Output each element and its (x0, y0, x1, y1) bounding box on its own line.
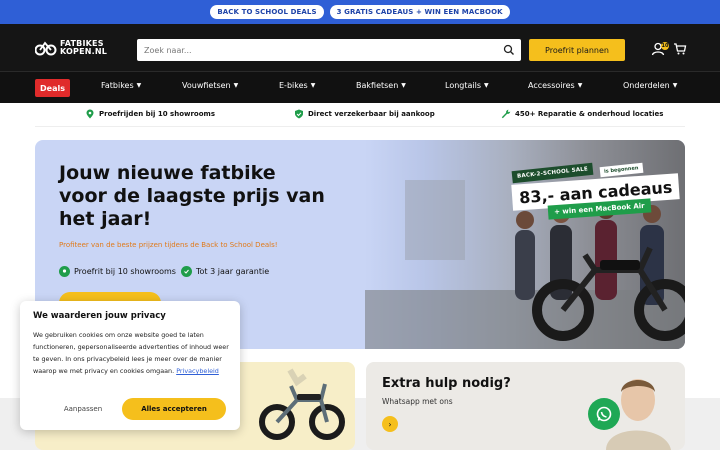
nav-label: E-bikes (279, 81, 308, 90)
chevron-down-icon: ▼ (577, 82, 583, 89)
cookie-consent-dialog: We waarderen jouw privacy We gebruiken c… (20, 301, 240, 430)
nav-label: Fatbikes (101, 81, 134, 90)
shield-check-icon (181, 266, 192, 277)
nav-item-onderdelen[interactable]: Onderdelen ▼ (623, 81, 677, 90)
cookie-accept-all-button[interactable]: Alles accepteren (122, 398, 226, 420)
cart-icon[interactable] (673, 42, 687, 56)
search-icon[interactable] (503, 44, 515, 56)
chevron-down-icon: ▼ (484, 82, 489, 89)
location-pin-icon (59, 266, 70, 277)
usp-label: Proefrijden bij 10 showrooms (99, 110, 215, 118)
nav-item-bakfietsen[interactable]: Bakfietsen ▼ (356, 81, 406, 90)
hero-usp-label: Tot 3 jaar garantie (196, 267, 270, 276)
promo-pill-gifts[interactable]: 3 GRATIS CADEAUS + WIN EEN MACBOOK (329, 5, 510, 19)
hero-usp-label: Proefrit bij 10 showrooms (74, 267, 176, 276)
account-badge: 10 (661, 42, 669, 50)
nav-label: Longtails (445, 81, 482, 90)
nav-label: Onderdelen (623, 81, 670, 90)
nav-item-vouwfietsen[interactable]: Vouwfietsen ▼ (182, 81, 238, 90)
wrench-icon (501, 109, 511, 119)
shield-check-icon (295, 109, 303, 119)
nav-item-deals[interactable]: Deals (35, 79, 70, 97)
logo-text-line2: KOPEN.NL (60, 47, 108, 56)
chevron-down-icon: ▼ (672, 82, 678, 89)
hero-title: Jouw nieuwe fatbike voor de laagste prij… (59, 162, 325, 230)
nav-label: Accessoires (528, 81, 575, 90)
nav-label: Bakfietsen (356, 81, 399, 90)
privacy-policy-link[interactable]: Privacybeleid (176, 367, 219, 375)
bike-logo-icon (35, 41, 57, 56)
hero-subtitle: Profiteer van de beste prijzen tijdens d… (59, 241, 278, 249)
whatsapp-icon[interactable] (588, 398, 620, 430)
search-input[interactable] (144, 43, 484, 57)
nav-item-e-bikes[interactable]: E-bikes ▼ (279, 81, 315, 90)
help-card[interactable]: Extra hulp nodig? Whatsapp met ons › (366, 362, 685, 450)
cookie-body: We gebruiken cookies om onze website goe… (33, 329, 233, 377)
location-pin-icon (86, 109, 94, 119)
usp-item: Proefrijden bij 10 showrooms (85, 109, 215, 119)
chevron-down-icon: ▼ (401, 82, 406, 89)
main-nav: Deals Fatbikes ▼ Vouwfietsen ▼ E-bikes ▼ Ba… (0, 71, 720, 103)
promo-pill-back-to-school[interactable]: BACK TO SCHOOL DEALS (210, 5, 324, 19)
chevron-down-icon: ▼ (233, 82, 239, 89)
usp-bar: Proefrijden bij 10 showrooms Direct verz… (35, 103, 685, 127)
nav-label: Vouwfietsen (182, 81, 231, 90)
site-header: FATBIKES KOPEN.NL Proefrit plannen 10 (0, 24, 720, 71)
cookie-customize-button[interactable]: Aanpassen (33, 398, 133, 420)
support-person-photo (606, 379, 671, 450)
usp-label: Direct verzekerbaar bij aankoop (308, 110, 435, 118)
site-logo[interactable]: FATBIKES KOPEN.NL (35, 40, 107, 56)
nav-item-fatbikes[interactable]: Fatbikes ▼ (101, 81, 141, 90)
cookie-title: We waarderen jouw privacy (33, 311, 166, 321)
chevron-down-icon: ▼ (310, 82, 316, 89)
nav-item-longtails[interactable]: Longtails ▼ (445, 81, 489, 90)
usp-item: Direct verzekerbaar bij aankoop (294, 109, 435, 119)
hero-usp: Proefrit bij 10 showrooms (59, 266, 176, 277)
usp-item: 450+ Reparatie & onderhoud locaties (501, 109, 663, 119)
chevron-down-icon: ▼ (136, 82, 142, 89)
nav-item-accessoires[interactable]: Accessoires ▼ (528, 81, 582, 90)
usp-label: 450+ Reparatie & onderhoud locaties (515, 110, 664, 118)
plan-test-ride-button[interactable]: Proefrit plannen (529, 39, 625, 61)
search-bar (137, 39, 521, 61)
announcement-bar: BACK TO SCHOOL DEALS 3 GRATIS CADEAUS + … (0, 0, 720, 24)
hero-usp: Tot 3 jaar garantie (181, 266, 269, 277)
